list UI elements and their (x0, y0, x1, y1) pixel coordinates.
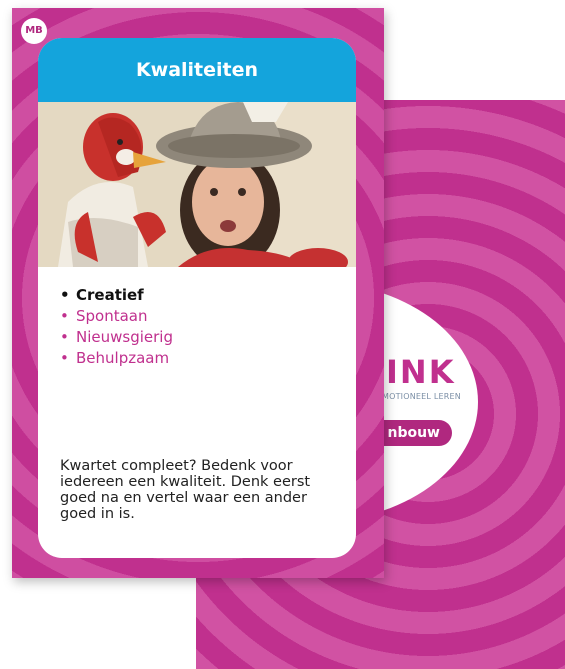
back-card-logo: INK (386, 353, 456, 391)
bullet: • (60, 286, 70, 304)
card-photo (38, 102, 356, 267)
card-content: Kwaliteiten • Creatief • Spontaan • Nieu… (38, 38, 356, 558)
card-instruction: Kwartet compleet? Bedenk voor iedereen e… (60, 458, 311, 522)
bullet: • (60, 307, 69, 325)
trait-label: Behulpzaam (76, 349, 170, 367)
trait-label: Spontaan (76, 307, 148, 325)
traits-list: • Creatief • Spontaan • Nieuwsgierig • B… (38, 285, 356, 369)
trait-item: • Spontaan (60, 306, 356, 327)
back-card-tagline: MOTIONEEL LEREN (382, 392, 461, 401)
trait-item: • Creatief (60, 285, 356, 306)
card-badge: MB (21, 18, 47, 44)
bullet: • (60, 328, 69, 346)
trait-item: • Nieuwsgierig (60, 327, 356, 348)
front-card[interactable]: MB Kwaliteiten • Creatief • Spontaan • N… (12, 8, 384, 578)
trait-label: Creatief (76, 286, 144, 304)
card-title: Kwaliteiten (38, 38, 356, 102)
trait-label: Nieuwsgierig (76, 328, 173, 346)
bullet: • (60, 349, 69, 367)
trait-item: • Behulpzaam (60, 348, 356, 369)
girl-with-hat-and-hand-puppet-icon (38, 102, 356, 267)
